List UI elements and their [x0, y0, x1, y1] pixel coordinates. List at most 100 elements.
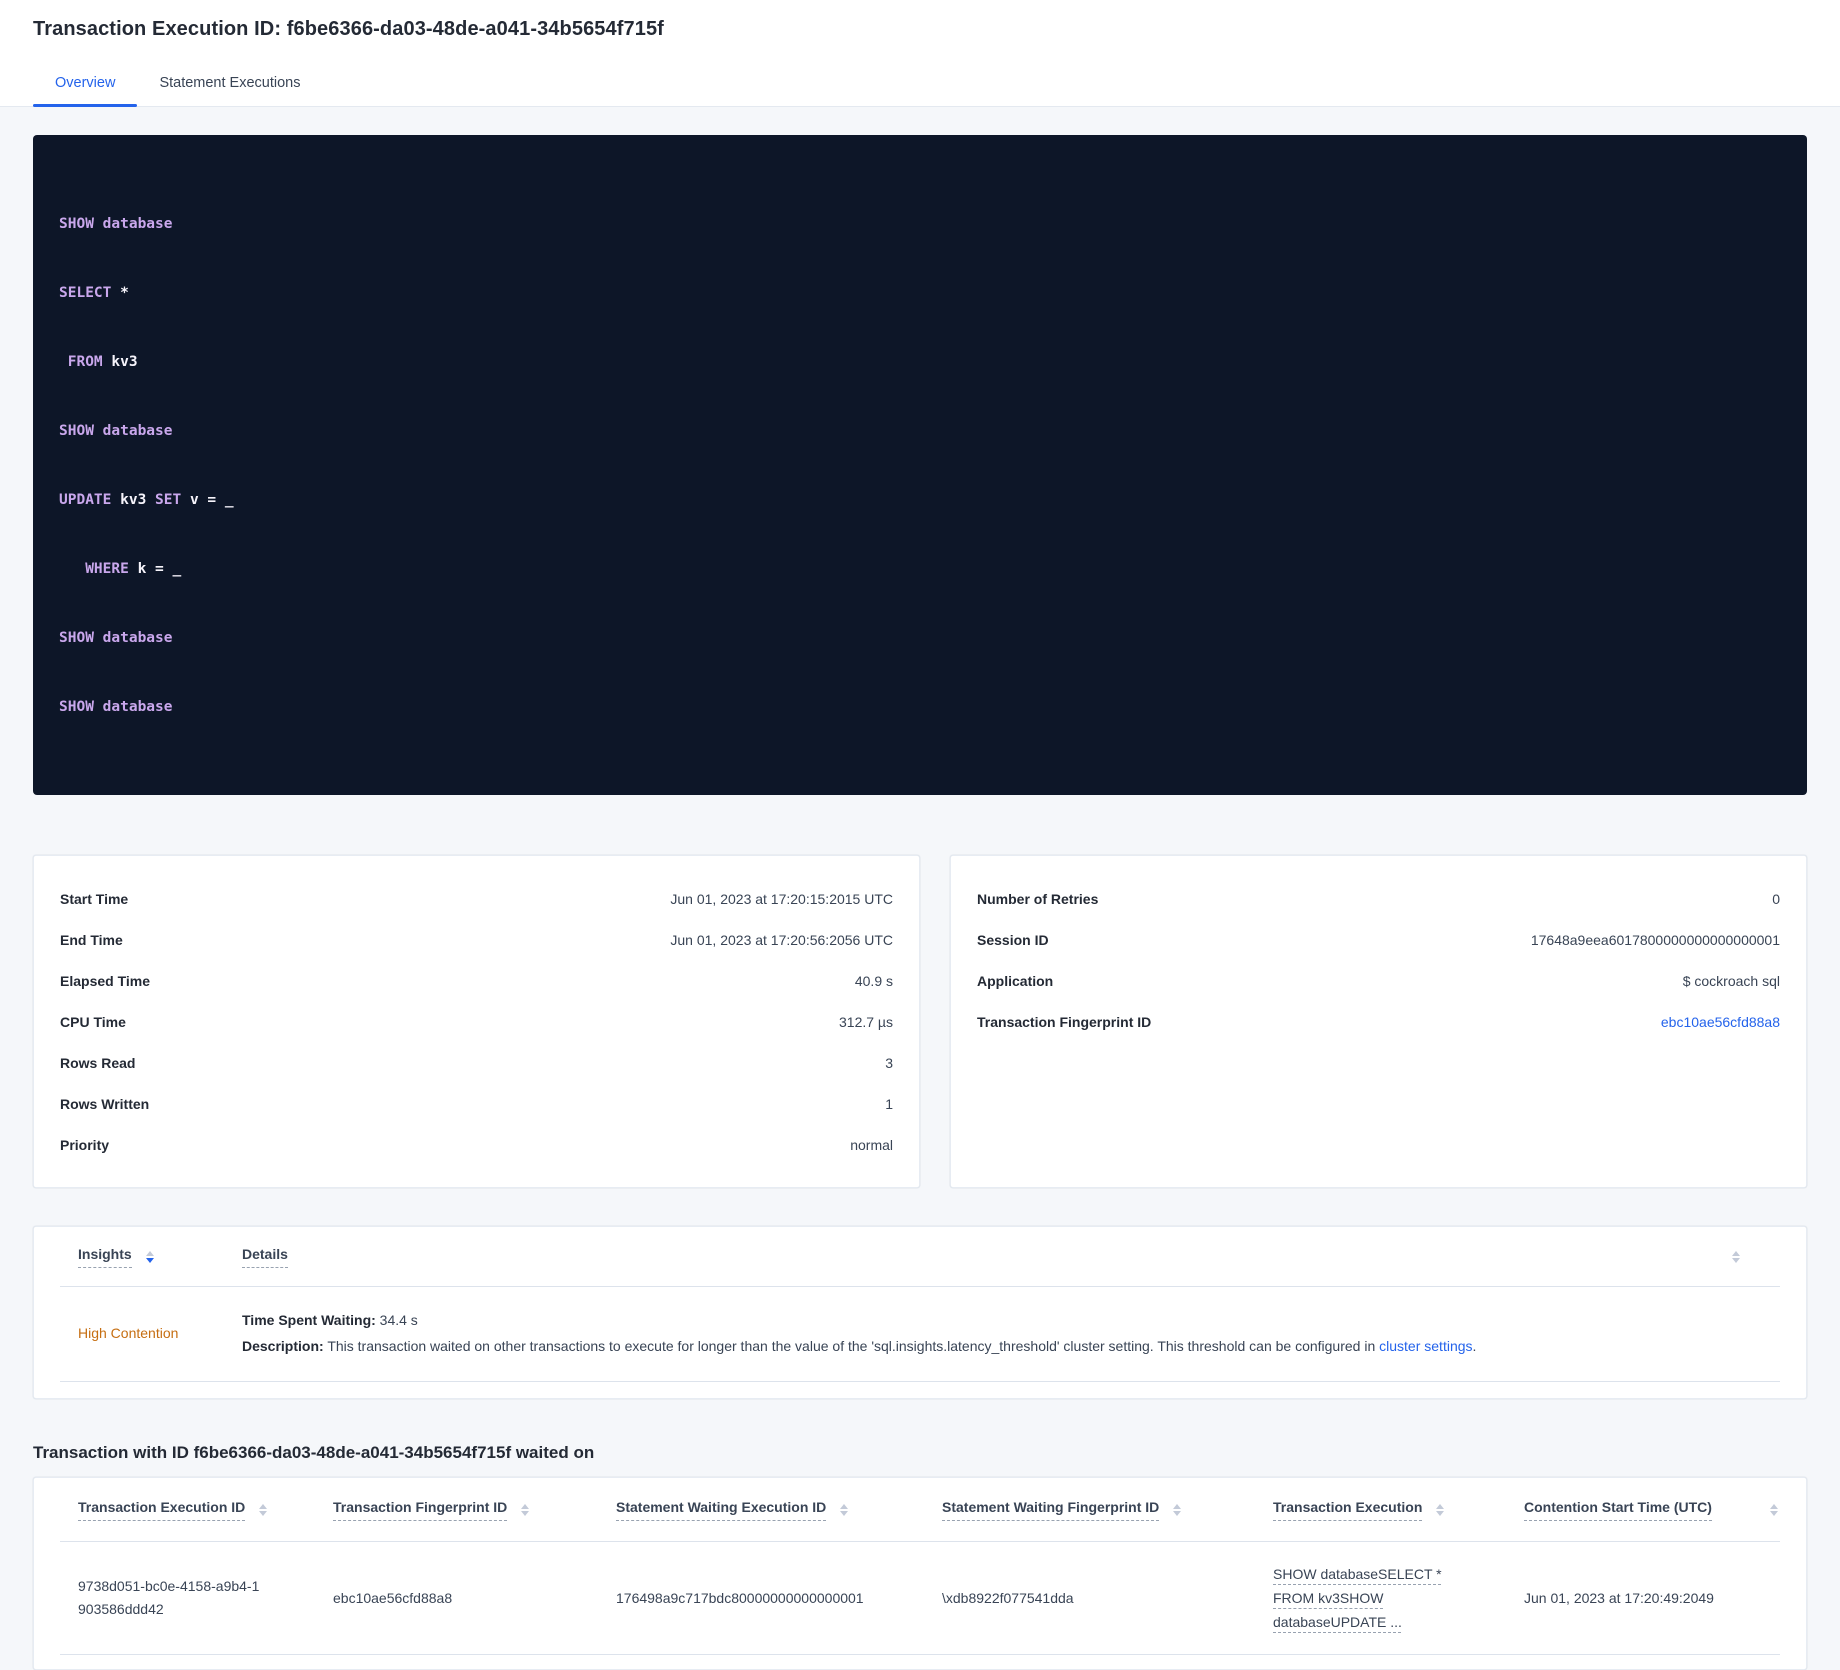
sort-icon[interactable] — [1173, 1503, 1182, 1516]
transaction-execution-line[interactable]: databaseUPDATE ... — [1273, 1610, 1402, 1634]
page-header: Transaction Execution ID: f6be6366-da03-… — [0, 0, 1840, 107]
sql-text: * — [111, 285, 129, 301]
column-header-transaction-execution: Transaction Execution — [1273, 1499, 1524, 1521]
row-cpu-time: CPU Time 312.7 µs — [60, 1001, 893, 1042]
cell-contention-start-time: Jun 01, 2023 at 17:20:49:2049 — [1524, 1590, 1780, 1606]
description-label: Description: — [242, 1338, 324, 1354]
tab-statement-executions[interactable]: Statement Executions — [137, 65, 322, 106]
sql-statements-box: SHOW database SELECT * FROM kv3 SHOW dat… — [33, 135, 1807, 795]
row-rows-read: Rows Read 3 — [60, 1042, 893, 1083]
sql-line: SHOW database — [59, 627, 1781, 650]
statement-waiting-execution-id-value: 176498a9c717bdc80000000000000001 — [616, 1590, 864, 1606]
summary-card-timing: Start Time Jun 01, 2023 at 17:20:15:2015 … — [33, 855, 920, 1188]
row-session-id: Session ID 17648a9eea60178000000000000000… — [977, 919, 1780, 960]
row-application: Application $ cockroach sql — [977, 960, 1780, 1001]
row-transaction-fingerprint-id: Transaction Fingerprint ID ebc10ae56cfd88… — [977, 1001, 1780, 1042]
waited-on-table-header: Transaction Execution ID Transaction Fin… — [60, 1478, 1780, 1542]
cell-statement-waiting-fingerprint-id: \xdb8922f077541dda — [942, 1590, 1273, 1606]
insights-column-header: Insights — [60, 1246, 242, 1268]
sql-line: WHERE k = _ — [59, 558, 1781, 581]
sql-text: v = _ — [181, 492, 234, 508]
page-title: Transaction Execution ID: f6be6366-da03-… — [33, 18, 664, 40]
row-value: normal — [850, 1136, 893, 1153]
tab-overview[interactable]: Overview — [33, 65, 138, 107]
waiting-label: Time Spent Waiting: — [242, 1312, 376, 1328]
sort-icon[interactable] — [1770, 1503, 1778, 1516]
sql-text: k = _ — [128, 561, 182, 577]
row-number-of-retries: Number of Retries 0 — [977, 878, 1780, 919]
tab-bar: Overview Statement Executions — [33, 65, 1807, 107]
sort-icon[interactable] — [1732, 1250, 1740, 1263]
row-label: CPU Time — [60, 1013, 126, 1030]
row-label: Elapsed Time — [60, 972, 151, 989]
sql-line: SHOW database — [59, 696, 1781, 719]
cell-transaction-execution: SHOW databaseSELECT * FROM kv3SHOW datab… — [1273, 1562, 1524, 1634]
sort-header[interactable]: Transaction Fingerprint ID — [333, 1499, 508, 1521]
sql-keyword: FROM — [59, 354, 103, 370]
sort-icon[interactable] — [521, 1503, 530, 1516]
sql-line: SELECT * — [59, 282, 1781, 305]
sql-keyword: SHOW database — [59, 630, 173, 646]
sort-icon[interactable] — [145, 1250, 154, 1263]
row-value: Jun 01, 2023 at 17:20:56:2056 UTC — [670, 931, 893, 948]
insight-description-line: Description: This transaction waited on … — [242, 1333, 1780, 1359]
sql-keyword: SELECT — [59, 285, 112, 301]
waited-on-title: Transaction with ID f6be6366-da03-48de-a… — [33, 1443, 595, 1462]
sql-text: kv3 — [102, 354, 138, 370]
transaction-execution-line[interactable]: SHOW databaseSELECT * — [1273, 1562, 1442, 1586]
summary-cards-row: Start Time Jun 01, 2023 at 17:20:15:2015 … — [33, 855, 1807, 1188]
row-label: Priority — [60, 1136, 110, 1153]
waited-on-table: Transaction Execution ID Transaction Fin… — [33, 1477, 1807, 1670]
insight-details: Time Spent Waiting: 34.4 s Description: … — [242, 1307, 1780, 1359]
cell-statement-waiting-execution-id: 176498a9c717bdc80000000000000001 — [616, 1590, 942, 1606]
details-sort-header[interactable]: Details — [242, 1246, 288, 1268]
insights-table: Insights Details High Contention Time Sp… — [33, 1226, 1807, 1399]
row-value: 312.7 µs — [839, 1013, 893, 1030]
column-header-contention-start-time: Contention Start Time (UTC) — [1524, 1499, 1780, 1521]
column-header-transaction-execution-id: Transaction Execution ID — [60, 1499, 333, 1521]
table-row: 9738d051-bc0e-4158-a9b4-1903586ddd42 ebc… — [60, 1542, 1780, 1655]
row-start-time: Start Time Jun 01, 2023 at 17:20:15:2015 … — [60, 878, 893, 919]
insights-sort-header[interactable]: Insights — [78, 1246, 132, 1268]
insights-table-header: Insights Details — [60, 1227, 1780, 1287]
sort-header[interactable]: Contention Start Time (UTC) — [1524, 1499, 1712, 1521]
transaction-fingerprint-link[interactable]: ebc10ae56cfd88a8 — [1661, 1014, 1780, 1030]
row-label: Rows Read — [60, 1054, 136, 1071]
details-column-header: Details — [242, 1246, 1732, 1268]
row-value: Jun 01, 2023 at 17:20:15:2015 UTC — [670, 890, 893, 907]
sql-keyword: UPDATE — [59, 492, 112, 508]
transaction-execution-link[interactable]: SHOW databaseSELECT * FROM kv3SHOW datab… — [1273, 1562, 1442, 1634]
cell-transaction-execution-id: 9738d051-bc0e-4158-a9b4-1903586ddd42 — [60, 1575, 333, 1621]
waiting-value: 34.4 s — [379, 1312, 418, 1328]
row-label: Application — [977, 972, 1054, 989]
column-header-statement-waiting-execution-id: Statement Waiting Execution ID — [616, 1499, 942, 1521]
tab-statement-executions-label: Statement Executions — [159, 75, 301, 91]
row-label: Session ID — [977, 931, 1049, 948]
insight-type-badge: High Contention — [78, 1325, 179, 1341]
row-label: Start Time — [60, 890, 129, 907]
row-value: 1 — [885, 1095, 893, 1112]
sort-icon[interactable] — [840, 1503, 849, 1516]
row-label: Transaction Fingerprint ID — [977, 1013, 1152, 1030]
row-rows-written: Rows Written 1 — [60, 1083, 893, 1124]
sort-icon[interactable] — [1436, 1503, 1445, 1516]
cell-transaction-fingerprint-id: ebc10ae56cfd88a8 — [333, 1590, 616, 1606]
sort-header[interactable]: Transaction Execution — [1273, 1499, 1423, 1521]
sort-header[interactable]: Statement Waiting Fingerprint ID — [942, 1499, 1160, 1521]
row-value: $ cockroach sql — [1682, 972, 1780, 989]
sort-icon[interactable] — [259, 1503, 268, 1516]
row-value: 40.9 s — [854, 972, 893, 989]
row-end-time: End Time Jun 01, 2023 at 17:20:56:2056 UT… — [60, 919, 893, 960]
row-value: 3 — [885, 1054, 893, 1071]
insight-waiting-line: Time Spent Waiting: 34.4 s — [242, 1307, 1780, 1333]
transaction-execution-line[interactable]: FROM kv3SHOW — [1273, 1586, 1383, 1610]
cluster-settings-link[interactable]: cluster settings — [1379, 1338, 1472, 1354]
description-suffix: . — [1472, 1338, 1477, 1354]
row-value: 17648a9eea6017800000000000000001 — [1530, 931, 1780, 948]
sql-keyword: SHOW database — [59, 699, 173, 715]
row-label: Number of Retries — [977, 890, 1099, 907]
transaction-execution-id-value: 9738d051-bc0e-4158-a9b4-1903586ddd42 — [78, 1578, 260, 1617]
row-label: Rows Written — [60, 1095, 150, 1112]
sort-header[interactable]: Statement Waiting Execution ID — [616, 1499, 827, 1521]
sort-header[interactable]: Transaction Execution ID — [78, 1499, 246, 1521]
